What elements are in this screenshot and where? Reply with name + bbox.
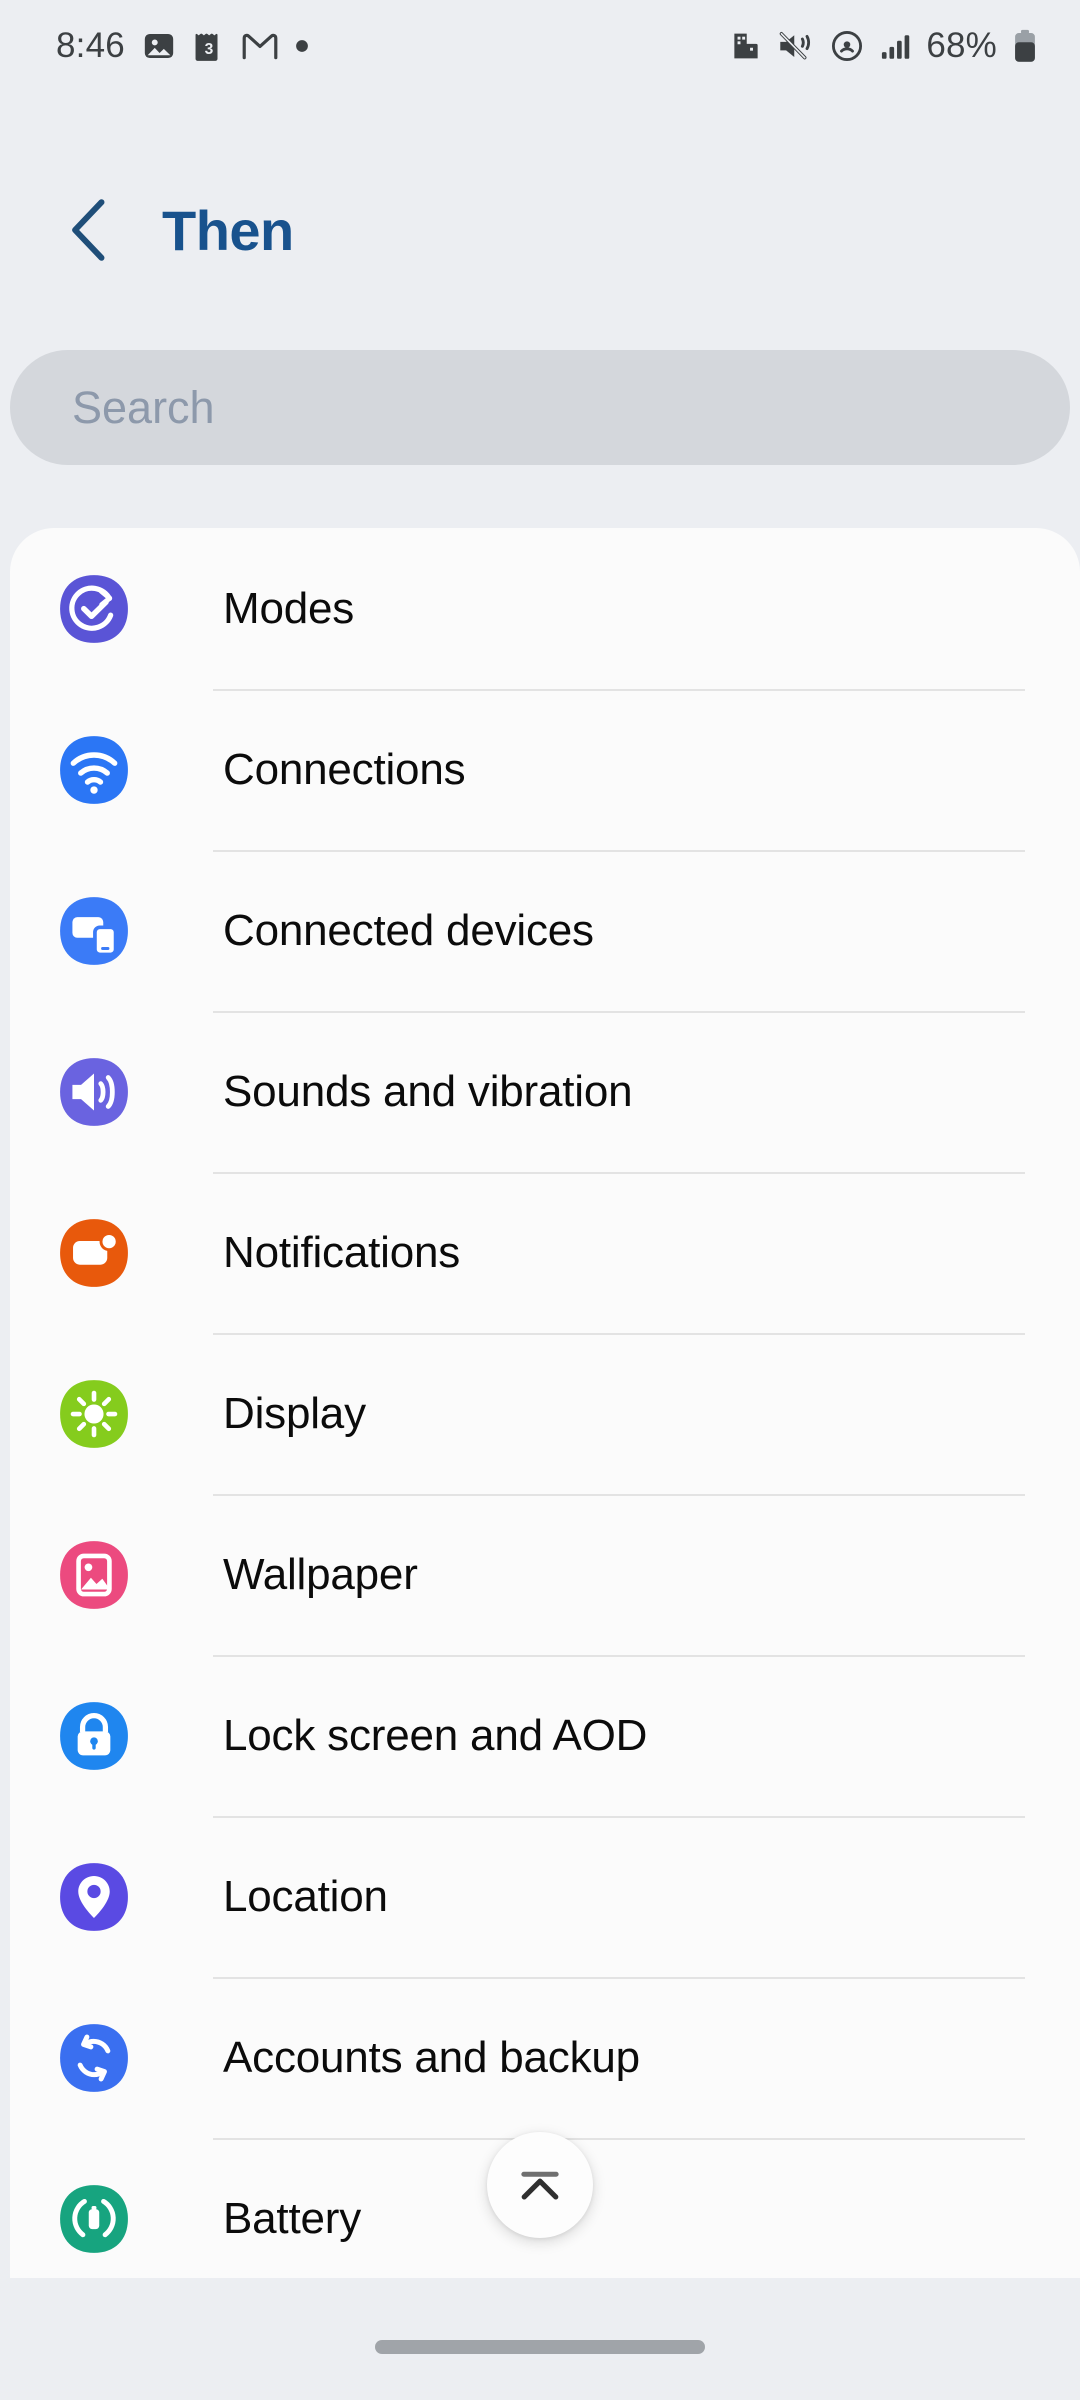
list-item-lock-screen-and-aod[interactable]: Lock screen and AOD (10, 1655, 1080, 1816)
list-item-label: Sounds and vibration (223, 1066, 633, 1116)
status-bar: 8:46 3 68% (0, 0, 1080, 92)
search-input[interactable]: Search (10, 350, 1070, 465)
status-bar-right: 68% (730, 26, 1038, 66)
back-button[interactable] (42, 182, 138, 278)
scroll-to-top-icon (521, 2171, 559, 2200)
list-item-label: Wallpaper (223, 1549, 418, 1599)
phone-screen: 8:46 3 68% Then Search Modes Connections… (0, 0, 1080, 2400)
list-item-label: Battery (223, 2193, 361, 2243)
scroll-to-top-button[interactable] (487, 2132, 593, 2238)
app-icon (734, 33, 758, 59)
status-time: 8:46 (56, 26, 125, 65)
battery-icon (1015, 29, 1035, 62)
hotspot-icon (832, 30, 863, 62)
list-item-accounts-and-backup[interactable]: Accounts and backup (10, 1977, 1080, 2138)
sync-icon (57, 2021, 131, 2095)
list-item-label: Notifications (223, 1227, 461, 1277)
list-item-label: Location (223, 1871, 388, 1921)
battery-percent-label: 68% (926, 26, 997, 65)
list-item-label: Accounts and backup (223, 2032, 640, 2082)
mute-vibrate-icon (780, 32, 811, 60)
list-item-location[interactable]: Location (10, 1816, 1080, 1977)
page-title: Then (162, 198, 294, 262)
list-item-connections[interactable]: Connections (10, 689, 1080, 850)
modes-icon (57, 572, 131, 646)
gmail-icon (242, 33, 278, 60)
list-item-sounds-and-vibration[interactable]: Sounds and vibration (10, 1011, 1080, 1172)
dot-indicator-icon (296, 40, 308, 52)
photos-icon (144, 33, 174, 59)
image-icon (57, 1538, 131, 1612)
notifications-icon (57, 1216, 131, 1290)
list-item-label: Lock screen and AOD (223, 1710, 648, 1760)
list-item-modes[interactable]: Modes (10, 528, 1080, 689)
list-item-label: Connections (223, 744, 466, 794)
lock-icon (57, 1699, 131, 1773)
svg-text:3: 3 (205, 41, 214, 58)
connected-devices-icon (57, 894, 131, 968)
settings-list: Modes Connections Connected devices Soun… (10, 528, 1080, 2278)
list-item-connected-devices[interactable]: Connected devices (10, 850, 1080, 1011)
wifi-icon (57, 733, 131, 807)
list-item-label: Display (223, 1388, 366, 1438)
brightness-icon (57, 1377, 131, 1451)
status-bar-left: 8:46 3 (56, 26, 309, 66)
volume-icon (57, 1055, 131, 1129)
list-item-label: Modes (223, 583, 355, 633)
gesture-handle[interactable] (375, 2340, 705, 2354)
search-placeholder: Search (72, 381, 215, 433)
signal-bars-icon (882, 35, 910, 59)
chevron-left-icon (72, 199, 105, 261)
list-item-notifications[interactable]: Notifications (10, 1172, 1080, 1333)
list-item-label: Connected devices (223, 905, 594, 955)
battery-circle-icon (57, 2182, 131, 2256)
list-item-display[interactable]: Display (10, 1333, 1080, 1494)
calendar-3-icon: 3 (195, 33, 218, 61)
location-pin-icon (57, 1860, 131, 1934)
list-item-wallpaper[interactable]: Wallpaper (10, 1494, 1080, 1655)
page-header: Then (0, 170, 1080, 290)
